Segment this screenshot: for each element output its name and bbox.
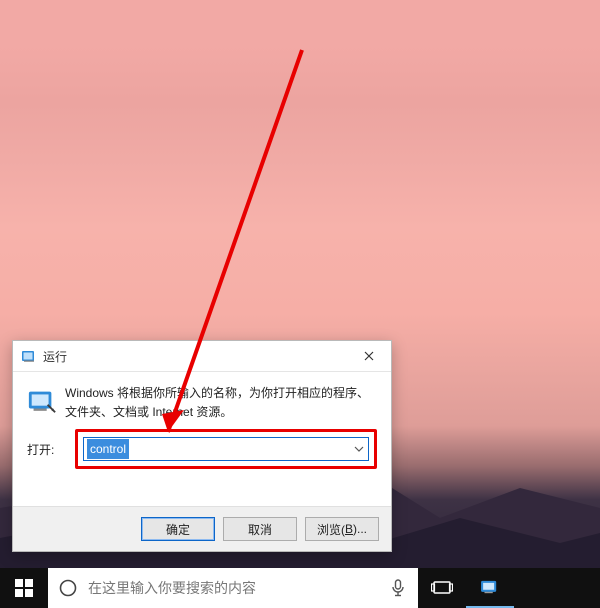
run-titlebar-icon [21, 348, 37, 364]
open-label: 打开: [27, 441, 75, 458]
task-view-button[interactable] [418, 568, 466, 608]
run-dialog-titlebar[interactable]: 运行 [13, 341, 391, 372]
start-button[interactable] [0, 568, 48, 608]
taskbar-search[interactable]: 在这里输入你要搜索的内容 [48, 568, 418, 608]
ok-button[interactable]: 确定 [141, 517, 215, 541]
search-placeholder: 在这里输入你要搜索的内容 [88, 578, 378, 598]
annotation-highlight-box: control [75, 429, 377, 469]
desktop-wallpaper: 运行 Windows 将根据你所输入的名称，为你打开相应的程序、 文件夹、文档或… [0, 0, 600, 568]
run-dialog: 运行 Windows 将根据你所输入的名称，为你打开相应的程序、 文件夹、文档或… [12, 340, 392, 552]
open-combobox[interactable]: control [83, 437, 369, 461]
close-button[interactable] [347, 342, 391, 370]
chevron-down-icon[interactable] [350, 444, 368, 455]
cortana-circle-icon [48, 568, 88, 608]
run-dialog-description: Windows 将根据你所输入的名称，为你打开相应的程序、 文件夹、文档或 In… [61, 384, 377, 421]
taskbar-app-run[interactable] [466, 568, 514, 608]
run-dialog-title: 运行 [43, 348, 347, 365]
run-dialog-icon [27, 384, 61, 421]
open-combobox-value: control [87, 439, 129, 459]
taskbar: 在这里输入你要搜索的内容 [0, 568, 600, 608]
browse-button[interactable]: 浏览(B)... [305, 517, 379, 541]
cancel-button[interactable]: 取消 [223, 517, 297, 541]
microphone-icon[interactable] [378, 579, 418, 597]
run-dialog-button-row: 确定 取消 浏览(B)... [13, 506, 391, 551]
